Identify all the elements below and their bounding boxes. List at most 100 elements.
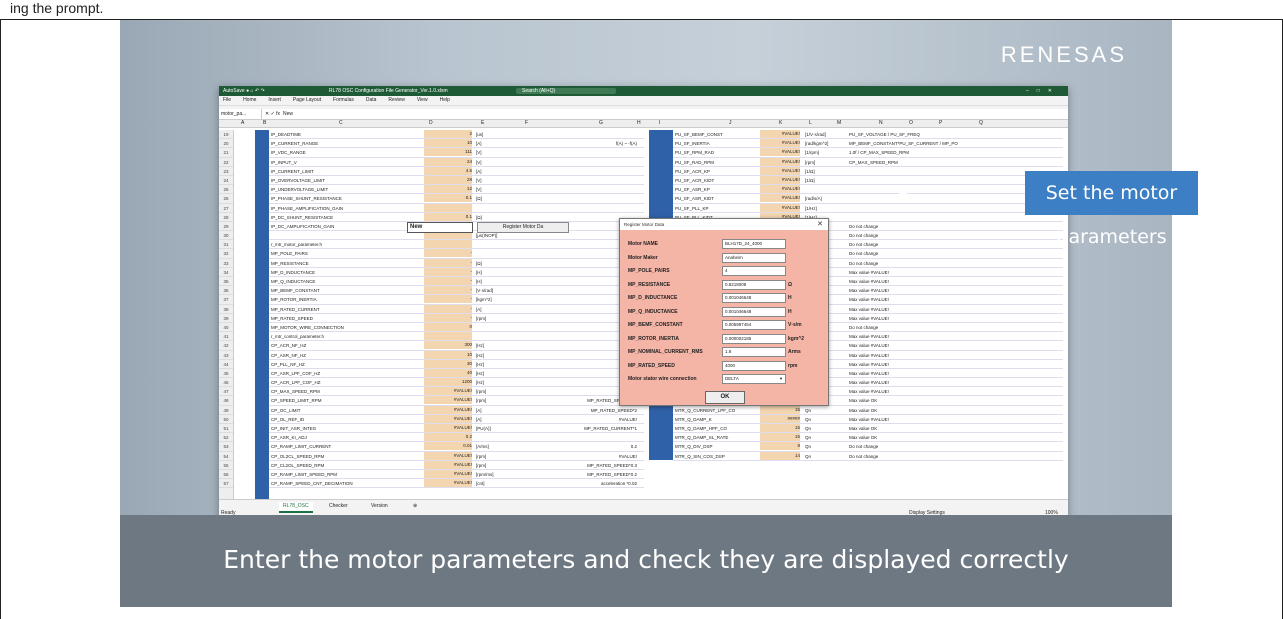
- param-value[interactable]: #VALUE!: [424, 451, 472, 460]
- menu-item[interactable]: File: [223, 97, 231, 103]
- param-value[interactable]: 14: [760, 451, 800, 460]
- sheet-tab[interactable]: Checker: [325, 502, 352, 511]
- param-name[interactable]: IP_VDC_RANGE: [271, 148, 306, 157]
- param-value[interactable]: 4.5: [424, 166, 472, 175]
- param-name[interactable]: PU_SF_ASR_KIDT: [675, 194, 714, 203]
- dialog-field-input[interactable]: 1.8: [722, 347, 786, 357]
- menu-item[interactable]: Insert: [268, 97, 281, 103]
- param-name[interactable]: PU_SF_RAD_RPM: [675, 158, 714, 167]
- param-value[interactable]: 24: [424, 157, 472, 166]
- param-name[interactable]: MP_ROTOR_INERTIA: [271, 295, 317, 304]
- param-name[interactable]: CP_PLL_NF_HZ: [271, 360, 305, 369]
- param-name[interactable]: CP_MAX_SPEED_RPM: [271, 387, 320, 396]
- param-name[interactable]: IP_PHASE_AMPLIFICATION_GAIN: [271, 204, 343, 213]
- column-header[interactable]: B: [263, 120, 266, 126]
- param-name[interactable]: CP_ASR_KI_ADJ: [271, 433, 307, 442]
- close-icon[interactable]: ✕: [817, 219, 823, 230]
- param-value[interactable]: #VALUE!: [760, 157, 800, 166]
- param-name[interactable]: CP_RAMP_LIMIT_CURRENT: [271, 442, 331, 451]
- autosave-label[interactable]: AutoSave ● ⌂ ↶ ↷: [223, 86, 265, 96]
- param-value[interactable]: #VALUE!: [424, 479, 472, 488]
- column-header[interactable]: O: [909, 120, 913, 126]
- search-box[interactable]: Search (Alt+Q): [516, 88, 616, 94]
- column-header[interactable]: F: [525, 120, 528, 126]
- param-value[interactable]: #VALUE!: [760, 148, 800, 157]
- param-name[interactable]: MTR_Q_DAMP_SL_RATE: [675, 433, 728, 442]
- param-name[interactable]: MTR_Q_DIV_DSP: [675, 442, 713, 451]
- column-header[interactable]: G: [599, 120, 603, 126]
- param-value[interactable]: 111: [424, 148, 472, 157]
- param-name[interactable]: CP_OL2CL_SPEED_RPM: [271, 452, 324, 461]
- param-name[interactable]: CP_SPEED_LIMIT_RPM: [271, 396, 322, 405]
- param-name[interactable]: r_mtr_motor_parameter.h: [271, 240, 322, 249]
- param-value[interactable]: 300: [424, 341, 472, 350]
- param-value[interactable]: 1200: [424, 378, 472, 387]
- column-header[interactable]: H: [637, 120, 641, 126]
- param-name[interactable]: PU_SF_PLL_KP: [675, 204, 709, 213]
- sheet-tab[interactable]: RL78_OSC: [279, 502, 313, 513]
- column-header[interactable]: D: [429, 120, 433, 126]
- menu-item[interactable]: View: [417, 97, 428, 103]
- param-value[interactable]: -: [424, 277, 472, 285]
- dialog-field-input[interactable]: 0.8218008: [722, 279, 786, 290]
- param-name[interactable]: MP_Q_INDUCTANCE: [271, 277, 315, 286]
- param-name[interactable]: MTR_Q_SIN_COS_DSP: [675, 452, 725, 461]
- sheet-tab[interactable]: Version: [367, 502, 392, 511]
- param-name[interactable]: MP_BEMF_CONSTANT: [271, 286, 320, 295]
- name-box[interactable]: motor_pa...: [221, 109, 262, 119]
- param-value[interactable]: #VALUE!: [424, 396, 472, 405]
- param-name[interactable]: IP_INPUT_V: [271, 158, 297, 167]
- menu-item[interactable]: Help: [440, 97, 450, 103]
- param-value[interactable]: -: [424, 304, 472, 313]
- param-name[interactable]: MP_D_INDUCTANCE: [271, 268, 315, 277]
- menu-item[interactable]: Data: [366, 97, 377, 103]
- param-value[interactable]: 10: [424, 350, 472, 359]
- param-value[interactable]: 0.01: [424, 442, 472, 451]
- param-value[interactable]: #VALUE!: [424, 469, 472, 478]
- param-value[interactable]: 0: [424, 322, 472, 331]
- param-name[interactable]: PU_SF_ACR_KIDT: [675, 176, 714, 185]
- param-name[interactable]: CP_OC_LIMIT: [271, 406, 301, 415]
- param-name[interactable]: PU_SF_ASR_KP: [675, 185, 710, 194]
- param-value[interactable]: #VALUE!: [760, 185, 800, 194]
- column-header[interactable]: A: [241, 120, 244, 126]
- param-value[interactable]: [424, 332, 472, 341]
- param-name[interactable]: CP_ASR_LPF_COF_HZ: [271, 369, 320, 378]
- param-value[interactable]: #VALUE!: [760, 166, 800, 175]
- param-name[interactable]: MTR_Q_DAMP_K: [675, 415, 712, 424]
- param-name[interactable]: CP_RAMP_LIMIT_SPEED_RPM: [271, 470, 337, 479]
- column-header[interactable]: I: [659, 120, 660, 126]
- param-value[interactable]: 15: [760, 424, 800, 432]
- column-header[interactable]: P: [939, 120, 942, 126]
- column-header[interactable]: J: [729, 120, 732, 126]
- column-header[interactable]: E: [481, 120, 484, 126]
- param-name[interactable]: IP_DEADTIME: [271, 130, 301, 139]
- wire-connection-select[interactable]: DELTA ▼: [722, 374, 786, 384]
- param-name[interactable]: IP_UNDERVOLTAGE_LIMIT: [271, 185, 328, 194]
- param-value[interactable]: #VALUE!: [424, 424, 472, 432]
- param-value[interactable]: -: [424, 313, 472, 322]
- param-name[interactable]: CP_ASR_NF_HZ: [271, 351, 306, 360]
- param-name[interactable]: IP_PHASE_SHUNT_RESISTANCE: [271, 194, 342, 203]
- dialog-field-input[interactable]: 4: [722, 266, 786, 276]
- param-value[interactable]: 40: [424, 368, 472, 377]
- window-controls[interactable]: –□✕: [1026, 86, 1060, 96]
- param-name[interactable]: IP_DC_SHUNT_RESISTANCE: [271, 213, 333, 222]
- param-value[interactable]: #VALUE!: [760, 194, 800, 203]
- param-value[interactable]: #VALUE!: [760, 203, 800, 212]
- param-value[interactable]: #VALUE!: [424, 387, 472, 396]
- param-name[interactable]: MTR_Q_CURRENT_LPF_CO: [675, 406, 735, 415]
- param-name[interactable]: PU_SF_ACR_KP: [675, 167, 710, 176]
- menu-item[interactable]: Formulas: [333, 97, 354, 103]
- param-name[interactable]: IP_CURRENT_RANGE: [271, 139, 318, 148]
- column-header[interactable]: Q: [979, 120, 983, 126]
- column-header[interactable]: N: [879, 120, 883, 126]
- param-value[interactable]: 12: [424, 185, 472, 194]
- param-name[interactable]: MP_RATED_CURRENT: [271, 305, 320, 314]
- param-name[interactable]: CP_CL2OL_SPEED_RPM: [271, 461, 324, 470]
- register-motor-button[interactable]: Register Motor Da: [477, 222, 569, 233]
- column-header[interactable]: M: [837, 120, 841, 126]
- param-name[interactable]: PU_SF_RPM_RAD: [675, 148, 714, 157]
- param-value[interactable]: 15: [760, 405, 800, 414]
- dialog-field-input[interactable]: 4000: [722, 360, 786, 371]
